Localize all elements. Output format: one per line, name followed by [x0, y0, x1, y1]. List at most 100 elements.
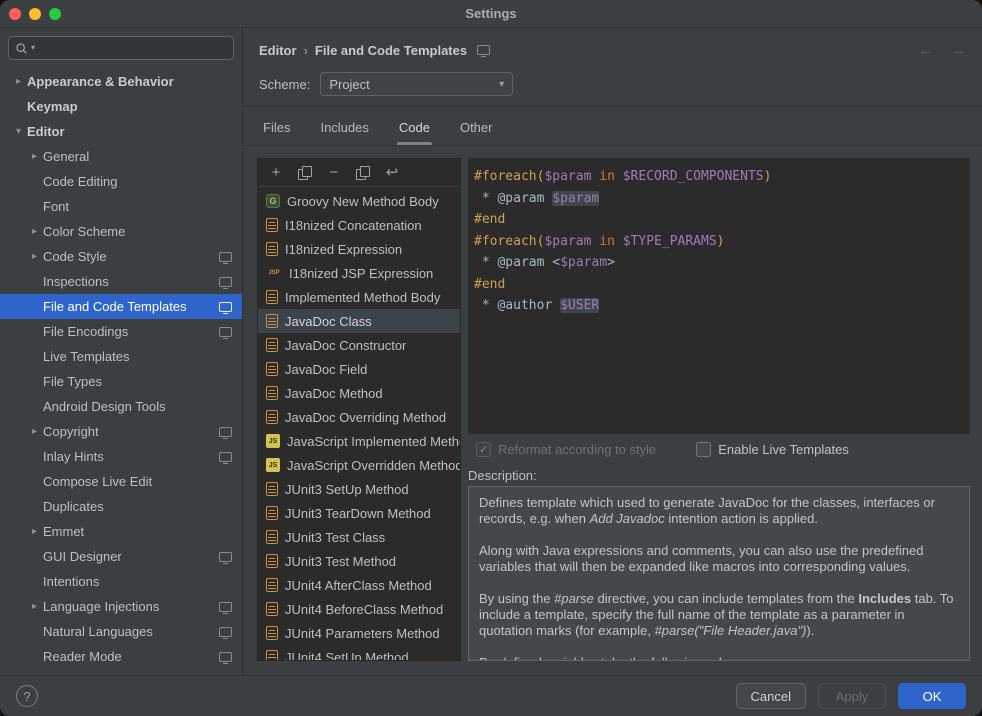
template-item-javadoc-field[interactable]: JavaDoc Field: [258, 357, 460, 381]
description-label: Description:: [468, 464, 970, 486]
scheme-label: Scheme:: [259, 77, 310, 92]
sidebar-item-code-editing[interactable]: Code Editing: [0, 169, 242, 194]
template-file-icon: [266, 242, 278, 256]
sidebar-item-emmet[interactable]: ▸Emmet: [0, 519, 242, 544]
template-item-javascript-overridden-method[interactable]: JS JavaScript Overridden Method: [258, 453, 460, 477]
sidebar-item-file-types[interactable]: File Types: [0, 369, 242, 394]
template-item-junit3-setup-method[interactable]: JUnit3 SetUp Method: [258, 477, 460, 501]
sidebar-item-file-encodings[interactable]: File Encodings: [0, 319, 242, 344]
tab-other[interactable]: Other: [458, 120, 495, 145]
breadcrumb-editor[interactable]: Editor: [259, 43, 297, 58]
template-item-junit3-test-class[interactable]: JUnit3 Test Class: [258, 525, 460, 549]
ok-button[interactable]: OK: [898, 683, 966, 709]
code-token: #foreach(: [474, 234, 544, 249]
chevron-right-icon[interactable]: ▸: [26, 151, 43, 162]
sidebar-item-android-design-tools[interactable]: Android Design Tools: [0, 394, 242, 419]
duplicate-template-icon[interactable]: [356, 166, 370, 179]
add-template-icon[interactable]: +: [269, 165, 283, 180]
template-item-javascript-implemented-method[interactable]: JSJavaScript Implemented Method: [258, 429, 460, 453]
template-item-junit4-parameters-method[interactable]: JUnit4 Parameters Method: [258, 621, 460, 645]
sidebar-item-intentions[interactable]: Intentions: [0, 569, 242, 594]
titlebar[interactable]: Settings: [0, 0, 982, 28]
remove-template-icon[interactable]: −: [327, 165, 341, 180]
template-item-label: JUnit3 Test Method: [285, 554, 396, 569]
project-screen-icon: [219, 552, 232, 562]
sidebar-item-duplicates[interactable]: Duplicates: [0, 494, 242, 519]
chevron-right-icon[interactable]: ▸: [26, 251, 43, 262]
sidebar-item-language-injections[interactable]: ▸Language Injections: [0, 594, 242, 619]
template-item-junit4-beforeclass-method[interactable]: JUnit4 BeforeClass Method: [258, 597, 460, 621]
template-item-i18nized-concatenation[interactable]: I18nized Concatenation: [258, 213, 460, 237]
help-button[interactable]: ?: [16, 685, 38, 707]
template-item-javadoc-overriding-method[interactable]: JavaDoc Overriding Method: [258, 405, 460, 429]
scheme-selected-value: Project: [329, 77, 369, 92]
copy-template-icon[interactable]: [298, 166, 312, 179]
text-segment: intention action is applied.: [665, 511, 818, 526]
search-icon: [15, 42, 28, 55]
enable-live-templates-checkbox[interactable]: Enable Live Templates: [696, 442, 849, 457]
sidebar-item-editor[interactable]: ▾Editor: [0, 119, 242, 144]
chevron-right-icon[interactable]: ▸: [26, 426, 43, 437]
chevron-right-icon[interactable]: ▸: [26, 226, 43, 237]
sidebar-item-general[interactable]: ▸General: [0, 144, 242, 169]
sidebar-item-gui-designer[interactable]: GUI Designer: [0, 544, 242, 569]
reset-to-default-icon[interactable]: ↩: [385, 165, 399, 180]
template-item-junit4-afterclass-method[interactable]: JUnit4 AfterClass Method: [258, 573, 460, 597]
sidebar-item-compose-live-edit[interactable]: Compose Live Edit: [0, 469, 242, 494]
project-screen-icon: [219, 252, 232, 262]
sidebar-item-code-style[interactable]: ▸Code Style: [0, 244, 242, 269]
tab-files[interactable]: Files: [261, 120, 292, 145]
template-file-icon: [266, 554, 278, 568]
chevron-right-icon[interactable]: ▸: [26, 526, 43, 537]
sidebar-item-inspections[interactable]: Inspections: [0, 269, 242, 294]
scheme-select[interactable]: Project ▾: [320, 72, 513, 96]
checkbox-unchecked-icon[interactable]: [696, 442, 711, 457]
sidebar-item-label: Editor: [27, 124, 65, 139]
template-item-junit4-setup-method[interactable]: JUnit4 SetUp Method: [258, 645, 460, 660]
cancel-button[interactable]: Cancel: [736, 683, 806, 709]
template-item-groovy-new-method-body[interactable]: GGroovy New Method Body: [258, 189, 460, 213]
sidebar-item-live-templates[interactable]: Live Templates: [0, 344, 242, 369]
sidebar-item-appearance-behavior[interactable]: ▸Appearance & Behavior: [0, 69, 242, 94]
template-item-i18nized-expression[interactable]: I18nized Expression: [258, 237, 460, 261]
minimize-window-button[interactable]: [29, 8, 41, 20]
template-item-junit3-test-method[interactable]: JUnit3 Test Method: [258, 549, 460, 573]
template-item-junit3-teardown-method[interactable]: JUnit3 TearDown Method: [258, 501, 460, 525]
sidebar-item-label: Code Style: [43, 249, 107, 264]
settings-search-input[interactable]: ▾: [8, 36, 234, 60]
sidebar-item-color-scheme[interactable]: ▸Color Scheme: [0, 219, 242, 244]
template-editor[interactable]: #foreach($param in $RECORD_COMPONENTS) *…: [468, 158, 970, 434]
chevron-down-icon[interactable]: ▾: [10, 126, 27, 137]
template-item-javadoc-method[interactable]: JavaDoc Method: [258, 381, 460, 405]
sidebar-item-natural-languages[interactable]: Natural Languages: [0, 619, 242, 644]
zoom-window-button[interactable]: [49, 8, 61, 20]
sidebar-item-label: Appearance & Behavior: [27, 74, 174, 89]
template-item-label: JUnit4 SetUp Method: [285, 650, 409, 661]
template-item-i18nized-jsp-expression[interactable]: JSPI18nized JSP Expression: [258, 261, 460, 285]
page-title: File and Code Templates: [315, 43, 467, 58]
tab-includes[interactable]: Includes: [318, 120, 370, 145]
sidebar-item-file-and-code-templates[interactable]: File and Code Templates: [0, 294, 242, 319]
back-icon[interactable]: ←: [918, 42, 933, 59]
template-item-javadoc-class[interactable]: JavaDoc Class: [258, 309, 460, 333]
template-item-implemented-method-body[interactable]: Implemented Method Body: [258, 285, 460, 309]
javascript-icon: JS: [266, 458, 280, 472]
code-token: #end: [474, 277, 505, 292]
chevron-right-icon[interactable]: ▸: [10, 76, 27, 87]
template-item-javadoc-constructor[interactable]: JavaDoc Constructor: [258, 333, 460, 357]
template-item-label: I18nized Concatenation: [285, 218, 422, 233]
sidebar-item-inlay-hints[interactable]: Inlay Hints: [0, 444, 242, 469]
chevron-right-icon[interactable]: ▸: [26, 601, 43, 612]
sidebar-item-reader-mode[interactable]: Reader Mode: [0, 644, 242, 669]
template-item-label: JavaScript Overridden Method: [287, 458, 460, 473]
tab-code[interactable]: Code: [397, 120, 432, 145]
sidebar-item-copyright[interactable]: ▸Copyright: [0, 419, 242, 444]
close-window-button[interactable]: [9, 8, 21, 20]
code-token: $param: [544, 169, 591, 184]
apply-button[interactable]: Apply: [818, 683, 886, 709]
scheme-row: Scheme: Project ▾: [243, 72, 982, 107]
sidebar-item-font[interactable]: Font: [0, 194, 242, 219]
search-options-chevron-icon[interactable]: ▾: [31, 44, 35, 52]
forward-icon[interactable]: →: [951, 42, 966, 59]
sidebar-item-keymap[interactable]: Keymap: [0, 94, 242, 119]
